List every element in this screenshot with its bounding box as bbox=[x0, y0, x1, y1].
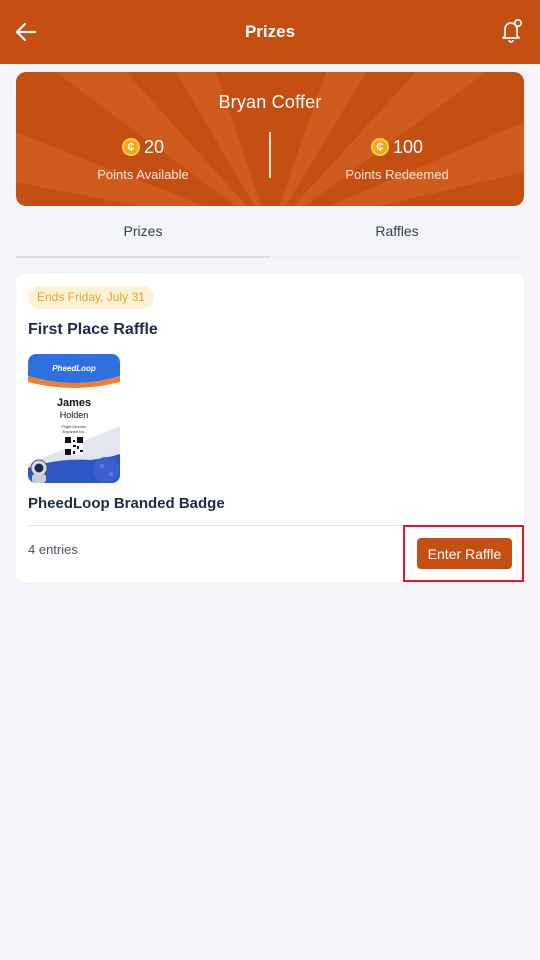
points-redeemed-label: Points Redeemed bbox=[345, 167, 449, 182]
points-redeemed: ₵ 100 Points Redeemed bbox=[270, 136, 524, 183]
notifications-button[interactable] bbox=[498, 16, 526, 46]
app-header: Prizes bbox=[0, 0, 540, 64]
tab-bar: Prizes Raffles bbox=[16, 214, 524, 258]
arrow-left-icon bbox=[16, 23, 36, 41]
bell-icon bbox=[502, 18, 523, 43]
prize-name: PheedLoop Branded Badge bbox=[28, 495, 225, 512]
points-available: ₵ 20 Points Available bbox=[16, 136, 270, 183]
enter-raffle-button[interactable]: Enter Raffle bbox=[417, 538, 512, 569]
badge-last-name: Holden bbox=[60, 410, 89, 420]
badge-company: Expanse Inc. bbox=[62, 429, 85, 434]
points-available-value: 20 bbox=[143, 136, 165, 157]
raffle-card: Ends Friday, July 31 First Place Raffle … bbox=[16, 274, 524, 582]
raffle-title: First Place Raffle bbox=[28, 321, 158, 338]
badge-illustration: PheedLoop James Holden Flight Director E… bbox=[28, 354, 120, 483]
qr-code-icon bbox=[65, 437, 83, 455]
card-divider bbox=[28, 525, 512, 526]
coin-icon: ₵ bbox=[370, 138, 389, 156]
page-title: Prizes bbox=[244, 22, 296, 41]
back-button[interactable] bbox=[12, 18, 40, 46]
coin-icon: ₵ bbox=[121, 138, 140, 156]
tab-indicator bbox=[16, 256, 270, 258]
prize-image: PheedLoop James Holden Flight Director E… bbox=[28, 354, 120, 483]
points-redeemed-value: 100 bbox=[392, 136, 424, 157]
entries-count: 4 entries bbox=[28, 542, 78, 557]
tab-underline bbox=[270, 257, 524, 258]
tab-raffles-label: Raffles bbox=[375, 223, 419, 239]
tab-raffles[interactable]: Raffles bbox=[270, 214, 524, 258]
tab-prizes[interactable]: Prizes bbox=[16, 214, 270, 258]
attendee-name: Bryan Coffer bbox=[218, 92, 322, 112]
points-available-label: Points Available bbox=[97, 167, 189, 182]
raffle-end-date-badge: Ends Friday, July 31 bbox=[28, 286, 154, 309]
badge-first-name: James bbox=[57, 397, 91, 409]
tab-prizes-label: Prizes bbox=[123, 223, 163, 239]
points-summary-card: Bryan Coffer ₵ 20 Points Available ₵ 100… bbox=[16, 72, 524, 206]
badge-brand: PheedLoop bbox=[52, 364, 96, 373]
